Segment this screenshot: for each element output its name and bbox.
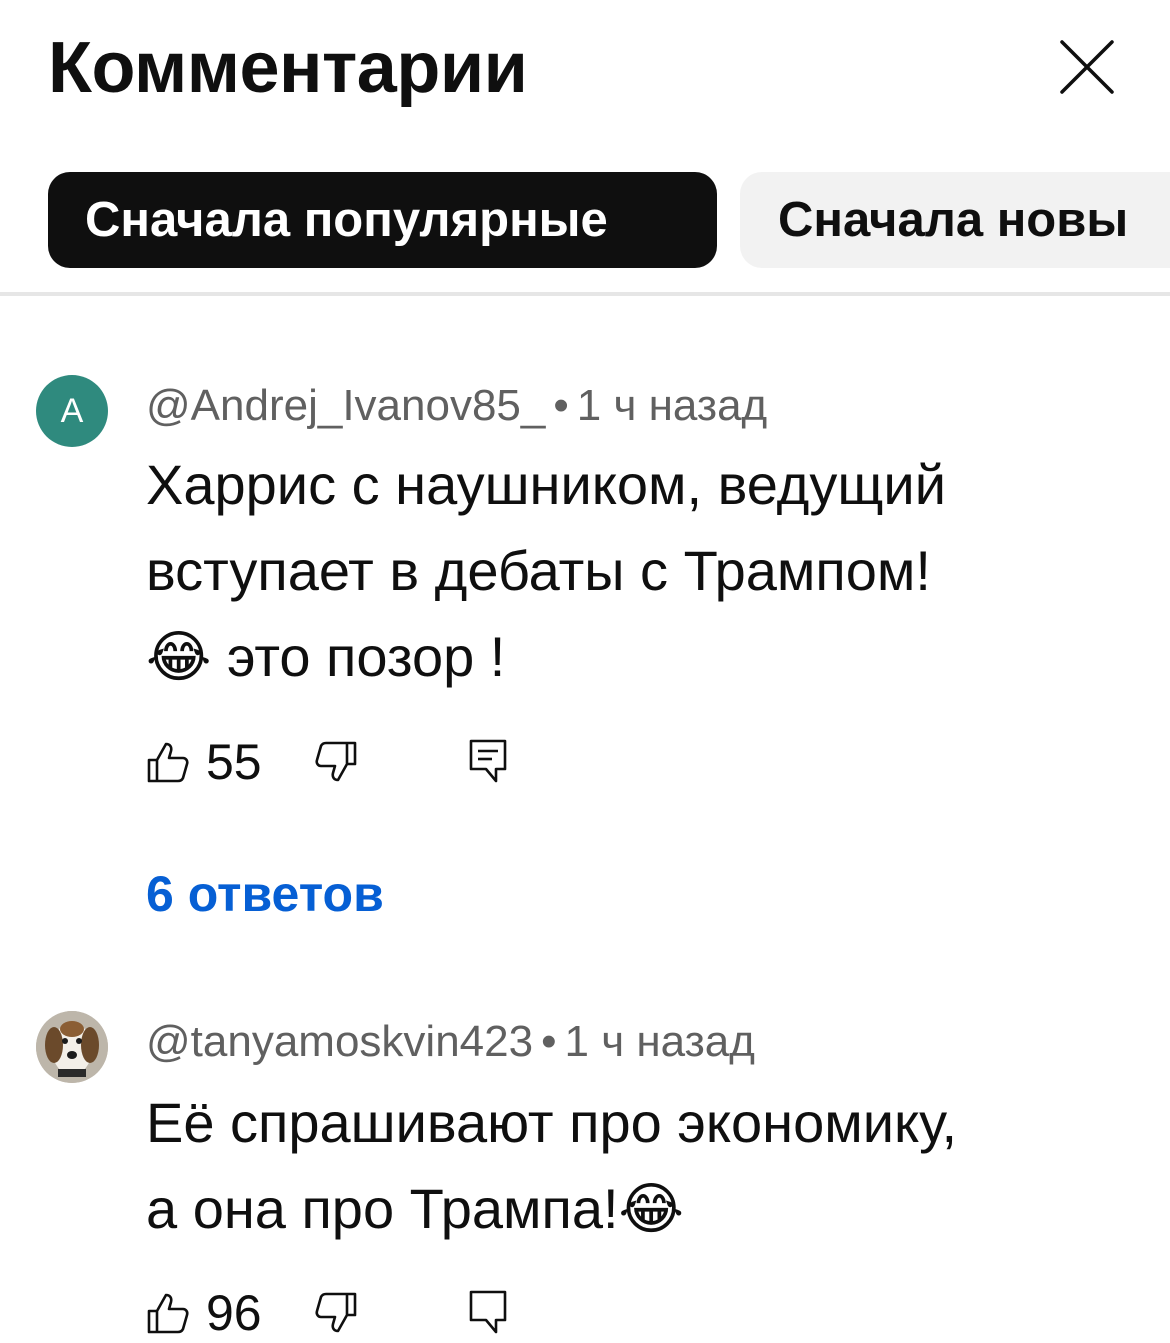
like-icon[interactable] bbox=[146, 1291, 190, 1335]
sort-newest-chip[interactable]: Сначала новы bbox=[740, 172, 1170, 268]
comment-text-line: а она про Трампа!😂 bbox=[146, 1177, 684, 1240]
comment-time: 1 ч назад bbox=[576, 381, 768, 430]
close-icon[interactable] bbox=[1058, 38, 1116, 96]
dog-avatar-image bbox=[36, 1011, 108, 1083]
comment-text-line: Её спрашивают про экономику, bbox=[146, 1091, 958, 1154]
comment-meta: @Andrej_Ivanov85_ • 1 ч назад bbox=[146, 381, 768, 430]
like-count: 55 bbox=[206, 734, 262, 790]
replies-button[interactable]: 6 ответов bbox=[146, 863, 384, 925]
reply-icon[interactable] bbox=[468, 1289, 508, 1335]
divider bbox=[0, 292, 1170, 296]
comment-text-line: Харрис с наушником, ведущий bbox=[146, 453, 946, 516]
dislike-icon[interactable] bbox=[314, 1291, 358, 1335]
sort-popular-chip[interactable]: Сначала популярные bbox=[48, 172, 717, 268]
comment-text: Её спрашивают про экономику, а она про Т… bbox=[146, 1080, 1106, 1252]
like-count: 96 bbox=[206, 1285, 262, 1341]
avatar[interactable] bbox=[36, 1011, 108, 1083]
comment-author[interactable]: @tanyamoskvin423 bbox=[146, 1017, 533, 1066]
dislike-icon[interactable] bbox=[314, 740, 358, 784]
comment-text: Харрис с наушником, ведущий вступает в д… bbox=[146, 442, 1106, 700]
page-title: Комментарии bbox=[48, 28, 528, 108]
comment-meta: @tanyamoskvin423 • 1 ч назад bbox=[146, 1017, 755, 1066]
reply-icon[interactable] bbox=[468, 738, 508, 784]
sort-chips: Сначала популярные Сначала новы bbox=[0, 172, 1170, 270]
comment-author[interactable]: @Andrej_Ivanov85_ bbox=[146, 381, 545, 430]
comment-time: 1 ч назад bbox=[564, 1017, 755, 1066]
comment-text-line: вступает в дебаты с Трампом! bbox=[146, 539, 931, 602]
comment-text-line: 😂 это позор ! bbox=[146, 625, 506, 688]
avatar[interactable]: A bbox=[36, 375, 108, 447]
like-icon[interactable] bbox=[146, 740, 190, 784]
